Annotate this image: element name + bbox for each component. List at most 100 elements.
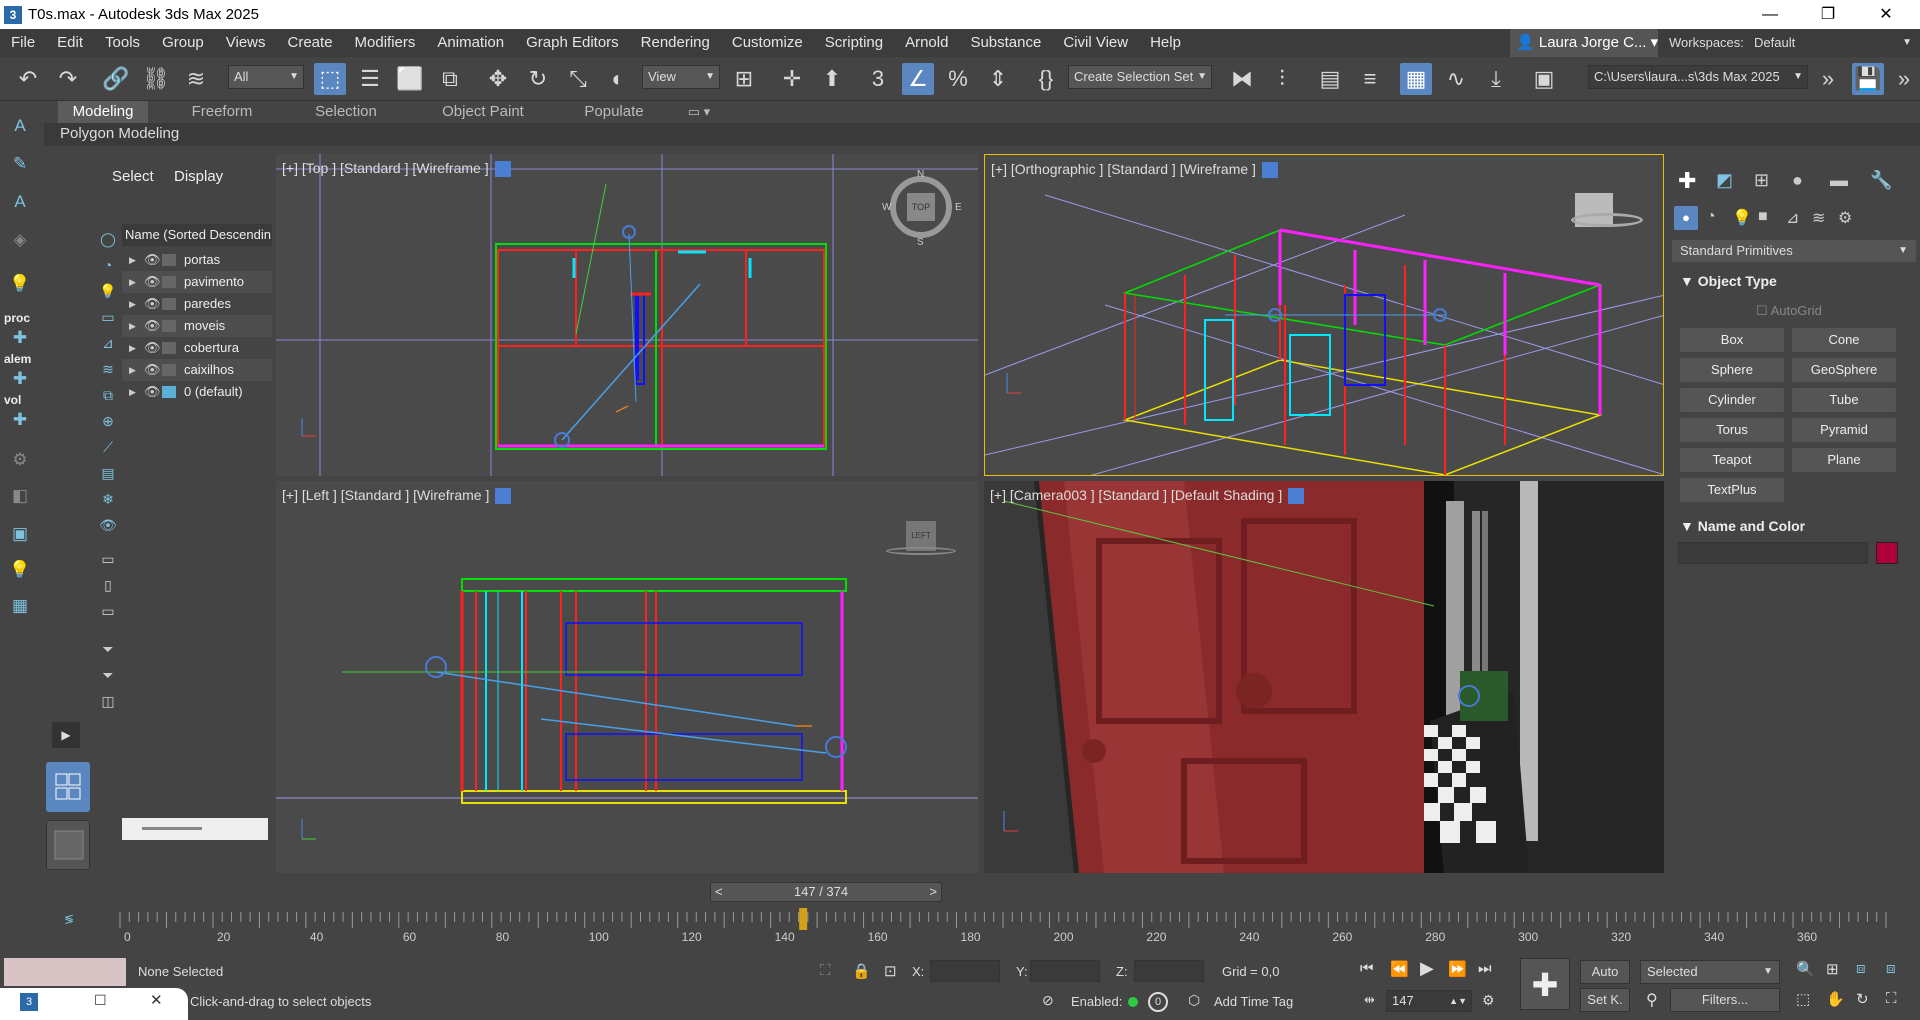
field-of-view-icon[interactable]: ⬚ <box>1796 990 1810 1008</box>
close-preview-icon[interactable]: ✕ <box>150 991 163 1009</box>
cameras-category-icon[interactable]: ■ <box>1758 208 1768 226</box>
select-by-name-icon[interactable]: ☰ <box>354 63 386 95</box>
menu-file[interactable]: File <box>0 29 46 57</box>
expand-toolbar-icon[interactable]: » <box>1812 63 1844 95</box>
track-bar[interactable]: 0 20 40 60 80 100 120 140 160 180 200 220 240 260 280 3… <box>116 908 1902 944</box>
helper-filter-icon[interactable]: ⊿ <box>96 331 120 355</box>
expand-icon[interactable]: ▶ <box>129 249 136 271</box>
viewcube-ring[interactable] <box>1571 213 1643 227</box>
tab-modeling[interactable]: Modeling <box>58 101 148 123</box>
play-icon[interactable]: ▶ <box>1420 958 1434 979</box>
textplus-button[interactable]: TextPlus <box>1680 478 1784 502</box>
viewcube-ring[interactable] <box>886 547 956 555</box>
helpers-category-icon[interactable]: ⊿ <box>1786 208 1799 228</box>
window-crossing-icon[interactable]: ⧉ <box>434 63 466 95</box>
place-icon[interactable]: ◐ <box>602 63 634 95</box>
viewport-ortho-label[interactable]: [+] [Orthographic ] [Standard ] [Wirefra… <box>991 161 1278 179</box>
set-key-button[interactable]: ✚ <box>1520 958 1570 1010</box>
scrollbar-thumb[interactable] <box>142 827 202 830</box>
snaps-toggle-icon[interactable]: 3 <box>862 63 894 95</box>
layer-explorer-icon[interactable]: ▤ <box>1314 63 1346 95</box>
rotate-icon[interactable]: ↻ <box>522 63 554 95</box>
sphere-button[interactable]: Sphere <box>1680 358 1784 382</box>
mirror-icon[interactable]: ⧓ <box>1226 63 1258 95</box>
lock-icon[interactable]: 🔒 <box>852 962 871 980</box>
group-filter-icon[interactable]: ⧉ <box>96 383 120 407</box>
shape-filter-icon[interactable]: ◔ <box>96 253 120 277</box>
time-slider[interactable]: < 147 / 374 > <box>710 882 942 902</box>
menu-animation[interactable]: Animation <box>426 29 515 57</box>
maximize-viewport-icon[interactable]: ⛶ <box>1886 990 1897 1007</box>
save-icon[interactable]: 💾 <box>1852 63 1884 95</box>
filter-icon[interactable]: ⏷ <box>96 637 120 661</box>
align-icon[interactable]: ⫶ <box>1266 63 1298 95</box>
systems-category-icon[interactable]: ⚙ <box>1838 208 1852 228</box>
text-icon[interactable]: A <box>6 112 34 140</box>
select-manipulate-icon[interactable]: ✛ <box>776 63 808 95</box>
y-coordinate-input[interactable] <box>1030 960 1100 982</box>
display-all-icon[interactable]: ▭ <box>96 547 120 571</box>
tab-selection[interactable]: Selection <box>296 101 396 123</box>
project-path-select[interactable]: C:\Users\laura...s\3ds Max 2025 ▼ <box>1588 65 1808 89</box>
viewport-left-label[interactable]: [+] [Left ] [Standard ] [Wireframe ] <box>282 487 512 505</box>
hidden-filter-icon[interactable]: 👁 <box>96 513 120 537</box>
edit-named-selection-icon[interactable]: {} <box>1030 63 1062 95</box>
plane-button[interactable]: Plane <box>1792 448 1896 472</box>
tube-button[interactable]: Tube <box>1792 388 1896 412</box>
viewport-orthographic[interactable]: [+] [Orthographic ] [Standard ] [Wirefra… <box>984 154 1664 476</box>
curve-editor-mini-icon[interactable]: ≶ <box>64 912 74 926</box>
teapot-button[interactable]: Teapot <box>1680 448 1784 472</box>
utilities-tab-icon[interactable]: 🔧 <box>1870 170 1892 191</box>
unlink-icon[interactable]: ⛓ <box>140 63 172 95</box>
eye-icon[interactable]: 👁 <box>144 249 161 271</box>
isolate-icon[interactable]: ⛶ <box>820 962 831 979</box>
filter-settings-icon[interactable]: ⏷ <box>96 663 120 687</box>
expand-icon[interactable]: ▶ <box>129 359 136 381</box>
eye-icon[interactable]: 👁 <box>144 337 161 359</box>
menu-arnold[interactable]: Arnold <box>894 29 959 57</box>
current-frame-marker[interactable] <box>799 908 808 930</box>
add-alem-icon[interactable]: ✚ <box>6 365 34 393</box>
expand-icon[interactable]: ▶ <box>129 381 136 403</box>
bone-filter-icon[interactable]: ⟋ <box>96 435 120 459</box>
add-time-tag[interactable]: Add Time Tag <box>1214 994 1293 1009</box>
invert-display-icon[interactable]: ▭ <box>96 599 120 623</box>
scale-icon[interactable]: ⤡ <box>562 63 594 95</box>
menu-help[interactable]: Help <box>1139 29 1192 57</box>
redo-icon[interactable]: ↷ <box>52 63 84 95</box>
rectangular-selection-icon[interactable]: ⬜ <box>394 63 426 95</box>
go-to-start-icon[interactable]: ⏮ <box>1360 960 1374 977</box>
horizontal-scrollbar[interactable] <box>122 818 268 840</box>
viewport-camera-label[interactable]: [+] [Camera003 ] [Standard ] [Default Sh… <box>990 487 1305 505</box>
geometry-icon[interactable]: ◈ <box>6 226 34 254</box>
key-filter-select[interactable]: Selected ▼ <box>1640 960 1780 984</box>
menu-rendering[interactable]: Rendering <box>630 29 721 57</box>
paint-icon[interactable]: ◧ <box>6 482 34 510</box>
hierarchy-tab-icon[interactable]: ⊞ <box>1754 170 1769 191</box>
angle-snap-icon[interactable]: ∠ <box>902 63 934 95</box>
viewcube[interactable]: TOP <box>907 193 935 221</box>
xref-filter-icon[interactable]: ⊕ <box>96 409 120 433</box>
expand-icon[interactable]: ▶ <box>129 271 136 293</box>
menu-graph-editors[interactable]: Graph Editors <box>515 29 630 57</box>
expand-icon[interactable]: ▶ <box>129 293 136 315</box>
filters-button[interactable]: Filters... <box>1670 988 1780 1012</box>
display-tab-icon[interactable]: ▬ <box>1830 170 1848 191</box>
named-selection-set-select[interactable]: Create Selection Set ▼ <box>1068 65 1212 89</box>
shapes-category-icon[interactable]: ◔ <box>1706 208 1716 226</box>
menu-group[interactable]: Group <box>151 29 215 57</box>
geosphere-button[interactable]: GeoSphere <box>1792 358 1896 382</box>
layer-row[interactable]: ▶ 👁 moveis <box>122 315 272 337</box>
eye-icon[interactable]: 👁 <box>144 315 161 337</box>
scene-explorer-icon[interactable]: ▦ <box>1400 63 1432 95</box>
maxscript-listener[interactable] <box>4 958 126 986</box>
absolute-mode-icon[interactable]: ⊡ <box>884 962 897 980</box>
menu-customize[interactable]: Customize <box>721 29 814 57</box>
previous-frame-icon[interactable]: ⏪ <box>1390 960 1409 978</box>
expand-icon[interactable]: ▶ <box>129 315 136 337</box>
layer-row[interactable]: ▶ 👁 caixilhos <box>122 359 272 381</box>
camera-filter-icon[interactable]: ▭ <box>96 305 120 329</box>
tab-display[interactable]: Display <box>174 168 223 185</box>
object-name-input[interactable] <box>1678 542 1868 564</box>
x-coordinate-input[interactable] <box>930 960 1000 982</box>
